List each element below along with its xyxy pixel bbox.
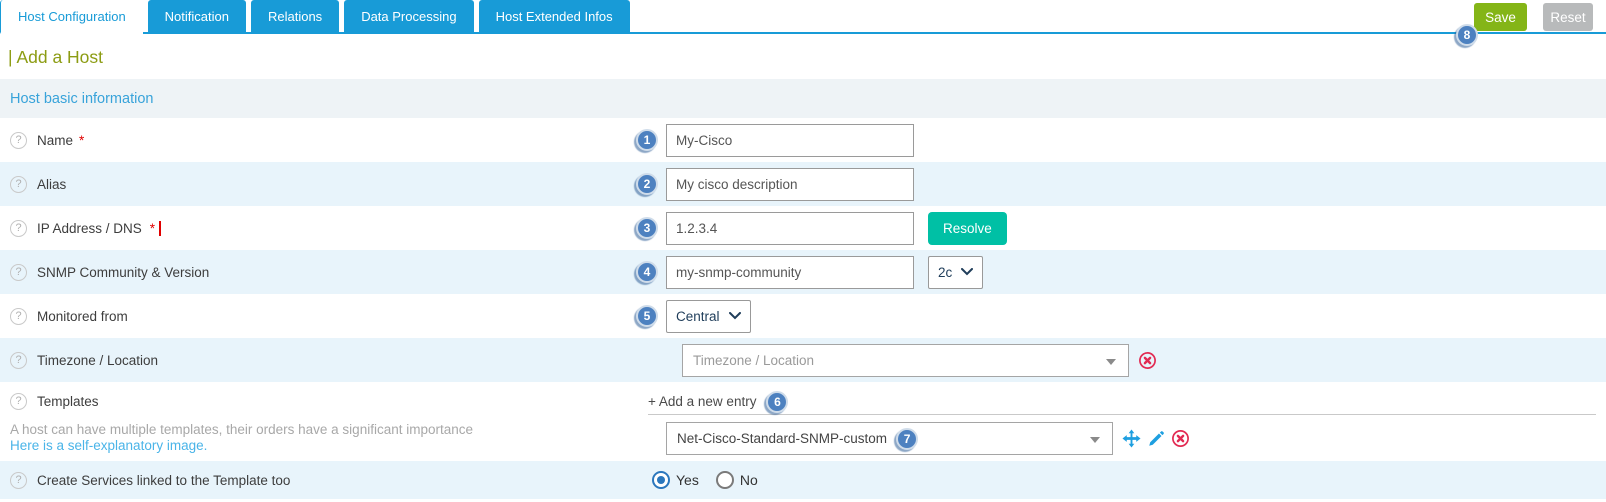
required-asterisk: * (150, 221, 155, 236)
tab-relations[interactable]: Relations (251, 0, 339, 32)
row-timezone: ? Timezone / Location Timezone / Locatio… (0, 338, 1606, 382)
annotation-badge-4: 4 (636, 261, 658, 283)
move-template-icon[interactable] (1122, 429, 1141, 448)
alias-input[interactable] (666, 168, 914, 201)
ip-label: IP Address / DNS (37, 221, 142, 236)
create-services-radio-group: Yes No (652, 471, 758, 489)
tab-data-processing[interactable]: Data Processing (344, 0, 473, 32)
timezone-label: Timezone / Location (37, 353, 158, 368)
annotation-badge-5: 5 (636, 305, 658, 327)
row-alias: ? Alias 2 (0, 162, 1606, 206)
monitored-from-value: Central (676, 309, 720, 324)
help-icon[interactable]: ? (10, 220, 27, 237)
templates-help-link[interactable]: Here is a self-explanatory image. (10, 438, 207, 453)
row-create-services: ? Create Services linked to the Template… (0, 461, 1606, 499)
add-entry-label: + Add a new entry (648, 394, 756, 409)
dropdown-arrow-icon (1090, 437, 1100, 443)
radio-yes-icon (652, 471, 670, 489)
page-title: | Add a Host (0, 34, 1606, 79)
tab-notification[interactable]: Notification (148, 0, 246, 32)
annotation-badge-2: 2 (636, 173, 658, 195)
template-select[interactable]: Net-Cisco-Standard-SNMP-custom 7 (666, 422, 1113, 455)
name-input[interactable] (666, 124, 914, 157)
radio-no-label: No (740, 472, 758, 488)
tab-host-extended-infos[interactable]: Host Extended Infos (479, 0, 630, 32)
help-icon[interactable]: ? (10, 308, 27, 325)
radio-no[interactable]: No (716, 471, 758, 489)
edit-template-icon[interactable] (1147, 430, 1165, 448)
templates-note: A host can have multiple templates, thei… (10, 422, 473, 437)
add-host-page: Host Configuration Notification Relation… (0, 0, 1606, 502)
snmp-label: SNMP Community & Version (37, 265, 209, 280)
help-icon[interactable]: ? (10, 352, 27, 369)
row-name: ? Name * 1 (0, 118, 1606, 162)
chevron-down-icon (961, 268, 973, 276)
row-snmp: ? SNMP Community & Version 4 2c (0, 250, 1606, 294)
row-monitored-from: ? Monitored from 5 Central (0, 294, 1606, 338)
annotation-badge-1: 1 (636, 129, 658, 151)
radio-yes-label: Yes (676, 472, 699, 488)
save-button[interactable]: Save (1474, 3, 1527, 31)
clear-timezone-icon[interactable] (1138, 351, 1157, 370)
row-templates: ? Templates A host can have multiple tem… (0, 382, 1606, 461)
annotation-badge-8: 8 (1456, 24, 1478, 46)
create-services-label: Create Services linked to the Template t… (37, 473, 290, 488)
help-icon[interactable]: ? (10, 176, 27, 193)
help-icon[interactable]: ? (10, 393, 27, 410)
help-icon[interactable]: ? (10, 472, 27, 489)
reset-button[interactable]: Reset (1543, 3, 1593, 31)
chevron-down-icon (729, 312, 741, 320)
help-icon[interactable]: ? (10, 132, 27, 149)
snmp-community-input[interactable] (666, 256, 914, 289)
tab-bar: Host Configuration Notification Relation… (0, 0, 1606, 34)
radio-no-icon (716, 471, 734, 489)
row-ip-address: ? IP Address / DNS * 3 Resolve (0, 206, 1606, 250)
timezone-placeholder: Timezone / Location (693, 353, 814, 368)
ip-address-input[interactable] (666, 212, 914, 245)
annotation-badge-6: 6 (766, 391, 788, 413)
tab-host-configuration[interactable]: Host Configuration (0, 0, 143, 34)
template-select-value: Net-Cisco-Standard-SNMP-custom (677, 431, 887, 446)
name-label: Name (37, 133, 73, 148)
monitored-from-select[interactable]: Central (666, 300, 751, 333)
add-template-entry-link[interactable]: + Add a new entry 6 (648, 389, 1596, 415)
dropdown-arrow-icon (1106, 359, 1116, 365)
help-icon[interactable]: ? (10, 264, 27, 281)
resolve-button[interactable]: Resolve (928, 212, 1007, 245)
snmp-version-select[interactable]: 2c (928, 256, 983, 289)
radio-yes[interactable]: Yes (652, 471, 699, 489)
snmp-version-value: 2c (938, 265, 952, 280)
text-caret (159, 221, 161, 236)
annotation-badge-3: 3 (636, 217, 658, 239)
required-asterisk: * (79, 133, 84, 148)
templates-label: Templates (37, 394, 99, 409)
annotation-badge-7: 7 (896, 428, 918, 450)
section-host-basic-information: Host basic information (0, 79, 1606, 118)
delete-template-icon[interactable] (1171, 429, 1190, 448)
alias-label: Alias (37, 177, 66, 192)
timezone-combobox[interactable]: Timezone / Location (682, 344, 1129, 377)
monitored-from-label: Monitored from (37, 309, 128, 324)
